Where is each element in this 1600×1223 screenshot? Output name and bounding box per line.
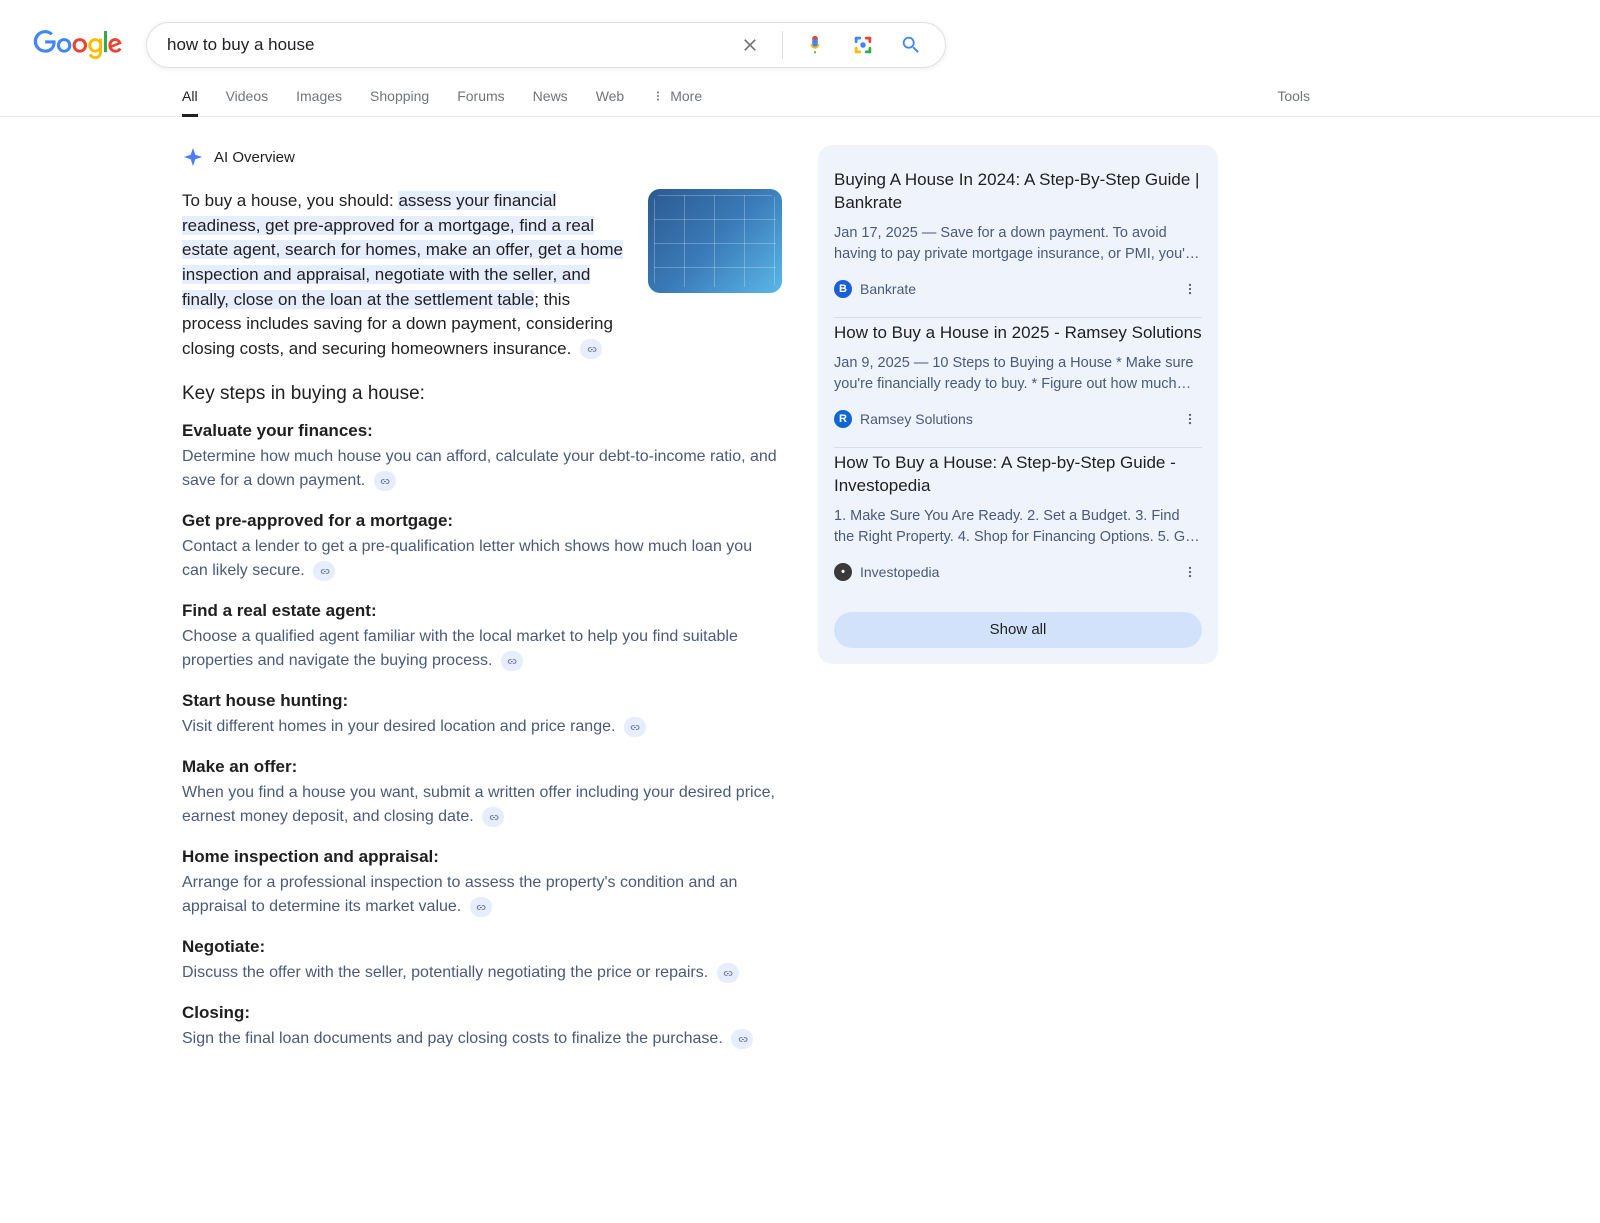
tab-news[interactable]: News	[533, 88, 568, 116]
tab-web[interactable]: Web	[596, 88, 625, 116]
ai-overview-label: AI Overview	[214, 149, 295, 166]
step-body: Determine how much house you can afford,…	[182, 445, 782, 493]
citation-badge[interactable]	[580, 339, 602, 359]
tab-images[interactable]: Images	[296, 88, 342, 116]
google-logo[interactable]	[32, 30, 124, 60]
more-label: More	[670, 88, 702, 104]
source-snippet: 1. Make Sure You Are Ready. 2. Set a Bud…	[834, 506, 1202, 548]
sparkle-icon	[182, 146, 204, 168]
step-body: Discuss the offer with the seller, poten…	[182, 961, 782, 985]
citation-badge[interactable]	[717, 963, 739, 983]
source-site: Investopedia	[860, 564, 939, 580]
source-title[interactable]: How to Buy a House in 2025 - Ramsey Solu…	[834, 322, 1202, 345]
clear-icon[interactable]	[730, 25, 770, 65]
lens-icon[interactable]	[843, 25, 883, 65]
search-box	[146, 22, 946, 68]
source-snippet: Jan 17, 2025 — Save for a down payment. …	[834, 223, 1202, 265]
tab-shopping[interactable]: Shopping	[370, 88, 429, 116]
favicon: B	[834, 280, 852, 298]
step-item: Home inspection and appraisal: Arrange fo…	[182, 847, 782, 919]
step-title: Get pre-approved for a mortgage:	[182, 511, 782, 531]
show-all-button[interactable]: Show all	[834, 612, 1202, 648]
divider	[782, 31, 783, 59]
citation-badge[interactable]	[731, 1029, 753, 1049]
step-title: Make an offer:	[182, 757, 782, 777]
step-item: Get pre-approved for a mortgage: Contact …	[182, 511, 782, 583]
steps-heading: Key steps in buying a house:	[182, 383, 782, 405]
step-body: Contact a lender to get a pre-qualificat…	[182, 535, 782, 583]
step-body: Arrange for a professional inspection to…	[182, 871, 782, 919]
source-overflow[interactable]	[1178, 560, 1202, 584]
source-overflow[interactable]	[1178, 277, 1202, 301]
tabs-row: All Videos Images Shopping Forums News W…	[0, 88, 1600, 117]
citation-badge[interactable]	[470, 897, 492, 917]
step-title: Start house hunting:	[182, 691, 782, 711]
source-snippet: Jan 9, 2025 — 10 Steps to Buying a House…	[834, 353, 1202, 395]
step-title: Negotiate:	[182, 937, 782, 957]
mic-icon[interactable]	[795, 25, 835, 65]
citation-badge[interactable]	[313, 561, 335, 581]
step-item: Negotiate: Discuss the offer with the sel…	[182, 937, 782, 985]
source-item: Buying A House In 2024: A Step-By-Step G…	[834, 165, 1202, 318]
source-site: Bankrate	[860, 281, 916, 297]
ai-overview: AI Overview Learn more To buy a house, y…	[182, 145, 782, 1069]
step-body: When you find a house you want, submit a…	[182, 781, 782, 829]
sources-card: Buying A House In 2024: A Step-By-Step G…	[818, 145, 1218, 664]
step-title: Find a real estate agent:	[182, 601, 782, 621]
tab-all[interactable]: All	[182, 88, 198, 116]
citation-badge[interactable]	[374, 471, 396, 491]
step-body: Choose a qualified agent familiar with t…	[182, 625, 782, 673]
citation-badge[interactable]	[624, 717, 646, 737]
step-item: Start house hunting: Visit different home…	[182, 691, 782, 739]
source-item: How to Buy a House in 2025 - Ramsey Solu…	[834, 318, 1202, 448]
step-item: Evaluate your finances: Determine how muc…	[182, 421, 782, 493]
search-input[interactable]	[167, 35, 730, 55]
favicon: •	[834, 563, 852, 581]
favicon: R	[834, 410, 852, 428]
summary-lead: To buy a house, you should:	[182, 191, 398, 210]
source-site: Ramsey Solutions	[860, 411, 973, 427]
step-title: Closing:	[182, 1003, 782, 1023]
citation-badge[interactable]	[501, 651, 523, 671]
ai-summary: To buy a house, you should: assess your …	[182, 189, 630, 361]
step-item: Closing: Sign the final loan documents an…	[182, 1003, 782, 1051]
source-title[interactable]: How To Buy a House: A Step-by-Step Guide…	[834, 452, 1202, 498]
step-body: Sign the final loan documents and pay cl…	[182, 1027, 782, 1051]
kebab-icon	[652, 90, 664, 102]
search-icon[interactable]	[891, 25, 931, 65]
step-title: Home inspection and appraisal:	[182, 847, 782, 867]
top-bar	[0, 0, 1600, 68]
tab-forums[interactable]: Forums	[457, 88, 504, 116]
step-title: Evaluate your finances:	[182, 421, 782, 441]
tab-videos[interactable]: Videos	[226, 88, 269, 116]
step-body: Visit different homes in your desired lo…	[182, 715, 782, 739]
tab-more[interactable]: More	[652, 88, 702, 116]
citation-badge[interactable]	[482, 807, 504, 827]
source-title[interactable]: Buying A House In 2024: A Step-By-Step G…	[834, 169, 1202, 215]
source-overflow[interactable]	[1178, 407, 1202, 431]
overview-thumbnail[interactable]	[648, 189, 782, 293]
step-item: Find a real estate agent: Choose a qualif…	[182, 601, 782, 673]
source-item: How To Buy a House: A Step-by-Step Guide…	[834, 448, 1202, 600]
tools-button[interactable]: Tools	[1277, 88, 1310, 116]
step-item: Make an offer: When you find a house you …	[182, 757, 782, 829]
